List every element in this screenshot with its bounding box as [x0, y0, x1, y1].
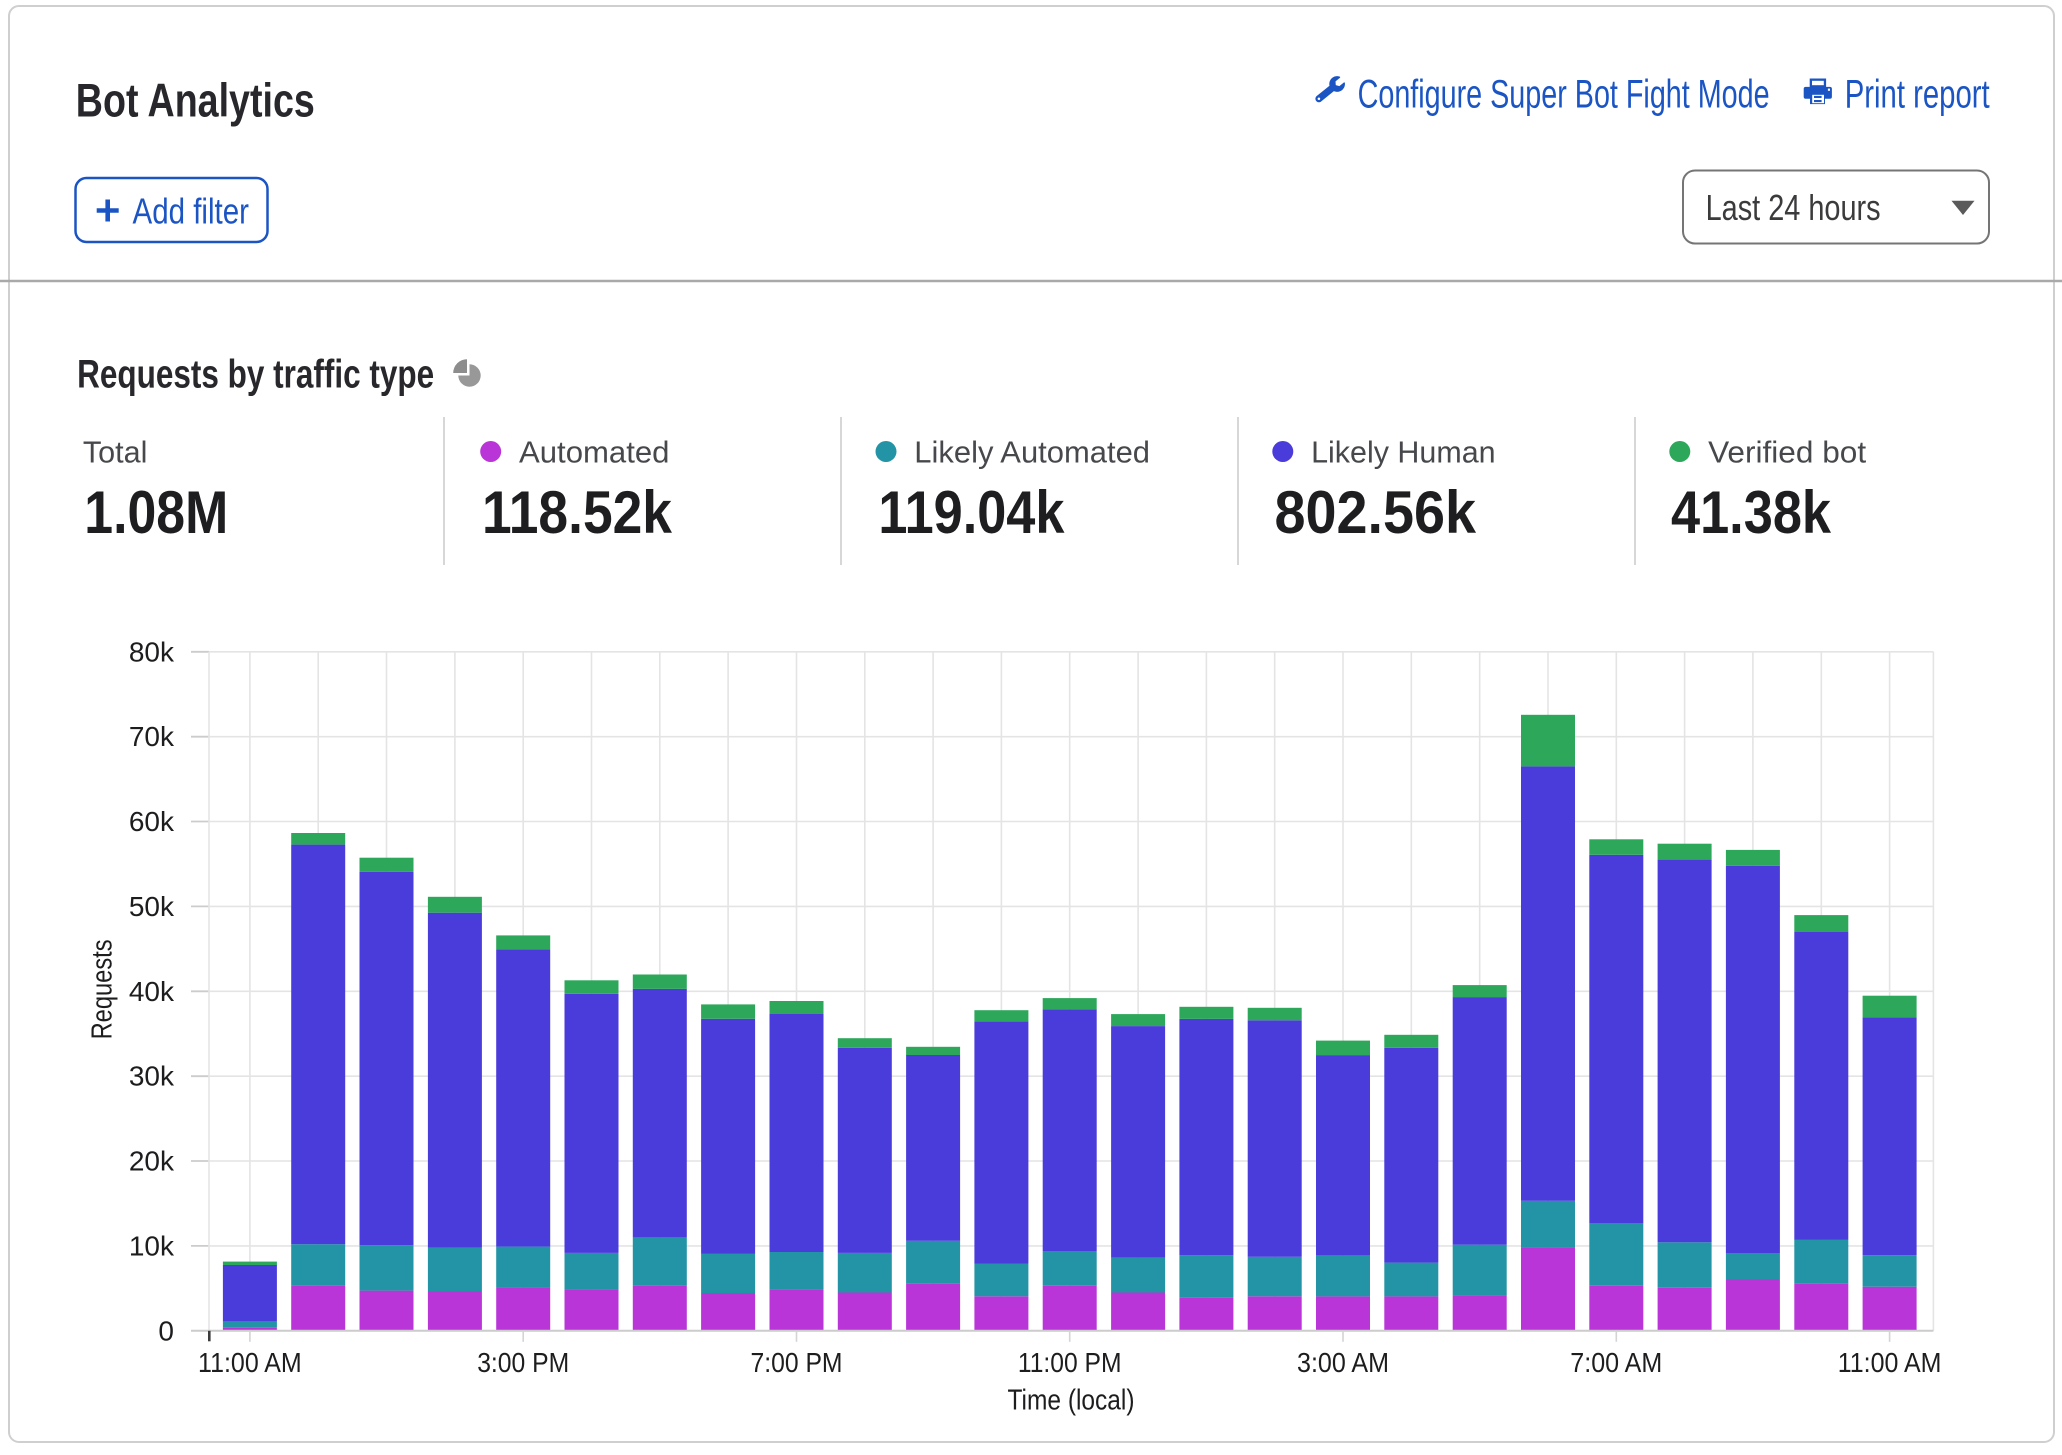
svg-text:3:00 PM: 3:00 PM [477, 1347, 569, 1378]
svg-text:11:00 AM: 11:00 AM [1838, 1347, 1942, 1378]
svg-text:Last 24 hours: Last 24 hours [1706, 187, 1881, 228]
svg-text:Print report: Print report [1845, 72, 1990, 116]
svg-text:Requests: Requests [87, 939, 119, 1039]
svg-text:7:00 PM: 7:00 PM [751, 1347, 843, 1378]
svg-text:Time (local): Time (local) [1008, 1385, 1135, 1417]
svg-text:70k: 70k [129, 721, 175, 752]
svg-text:80k: 80k [129, 636, 175, 667]
svg-text:11:00 AM: 11:00 AM [198, 1347, 302, 1378]
svg-text:Likely Automated: Likely Automated [914, 435, 1150, 470]
svg-text:Likely Human: Likely Human [1311, 435, 1496, 470]
svg-text:50k: 50k [129, 891, 175, 922]
svg-text:11:00 PM: 11:00 PM [1018, 1347, 1122, 1378]
svg-text:30k: 30k [129, 1061, 175, 1092]
svg-text:Configure Super Bot Fight Mode: Configure Super Bot Fight Mode [1358, 72, 1770, 116]
svg-text:Verified bot: Verified bot [1708, 435, 1866, 470]
svg-text:41.38k: 41.38k [1671, 479, 1832, 546]
svg-text:20k: 20k [129, 1146, 175, 1177]
svg-text:Bot Analytics: Bot Analytics [76, 74, 315, 127]
svg-text:119.04k: 119.04k [878, 479, 1065, 546]
svg-text:Requests by traffic type: Requests by traffic type [77, 352, 434, 396]
svg-text:0: 0 [158, 1315, 174, 1346]
svg-text:Total: Total [83, 435, 147, 470]
svg-text:118.52k: 118.52k [482, 479, 673, 546]
svg-text:40k: 40k [129, 976, 175, 1007]
svg-text:Add filter: Add filter [133, 191, 250, 232]
svg-text:1.08M: 1.08M [84, 479, 228, 546]
svg-text:60k: 60k [129, 806, 175, 837]
svg-text:802.56k: 802.56k [1275, 479, 1477, 546]
svg-text:7:00 AM: 7:00 AM [1570, 1347, 1662, 1378]
svg-text:10k: 10k [129, 1230, 175, 1261]
svg-text:3:00 AM: 3:00 AM [1297, 1347, 1389, 1378]
svg-text:Automated: Automated [519, 435, 670, 470]
